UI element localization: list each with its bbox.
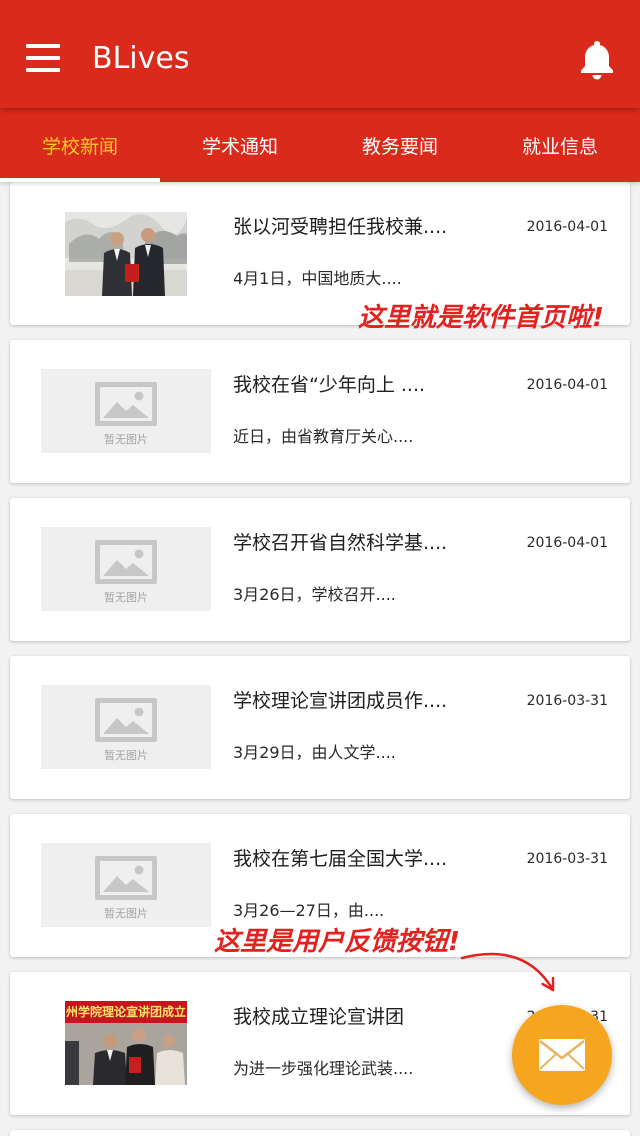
news-date: 2016-03-31 <box>526 851 608 867</box>
menu-icon[interactable] <box>22 38 64 78</box>
active-tab-indicator <box>0 178 160 182</box>
news-title: 张以河受聘担任我校兼.... <box>233 216 448 238</box>
news-summary: 近日，由省教育厅关心.... <box>233 427 414 446</box>
news-summary: 3月26—27日，由.... <box>233 901 385 920</box>
news-summary: 为进一步强化理论武装.... <box>233 1059 414 1078</box>
app-title: BLives <box>92 41 190 76</box>
news-photo <box>65 212 187 296</box>
annotation-arrow <box>460 952 555 992</box>
placeholder-label: 暂无图片 <box>104 749 148 762</box>
image-icon <box>95 540 157 584</box>
image-placeholder: 暂无图片 <box>41 527 211 611</box>
image-placeholder: 暂无图片 <box>41 369 211 453</box>
placeholder-label: 暂无图片 <box>104 907 148 920</box>
news-card[interactable]: 暂无图片 学校理论宣讲团成员作.... 2016-03-31 3月29日，由人文… <box>10 656 630 799</box>
news-date: 2016-03-31 <box>526 693 608 709</box>
menu-line <box>26 44 60 48</box>
tab-employment-info[interactable]: 就业信息 <box>480 108 640 182</box>
news-thumbnail: 州学院理论宣讲团成立 <box>41 1001 211 1085</box>
news-date: 2016-04-01 <box>526 535 608 551</box>
news-thumbnail: 暂无图片 <box>41 527 211 611</box>
category-tabs: 学校新闻 学术通知 教务要闻 就业信息 <box>0 108 640 182</box>
image-placeholder: 暂无图片 <box>41 843 211 927</box>
image-icon <box>95 698 157 742</box>
menu-line <box>26 56 60 60</box>
home-annotation: 这里就是软件首页啦! <box>358 303 604 333</box>
placeholder-label: 暂无图片 <box>104 591 148 604</box>
mail-icon <box>539 1039 585 1071</box>
tab-teaching-affairs[interactable]: 教务要闻 <box>320 108 480 182</box>
image-icon <box>95 856 157 900</box>
news-card[interactable] <box>10 1130 630 1136</box>
news-title: 学校召开省自然科学基.... <box>233 532 448 554</box>
news-summary: 4月1日，中国地质大.... <box>233 269 402 288</box>
news-card[interactable]: 暂无图片 学校召开省自然科学基.... 2016-04-01 3月26日，学校召… <box>10 498 630 641</box>
tab-academic-notices[interactable]: 学术通知 <box>160 108 320 182</box>
image-placeholder: 暂无图片 <box>41 685 211 769</box>
news-photo: 州学院理论宣讲团成立 <box>65 1001 187 1085</box>
placeholder-label: 暂无图片 <box>104 433 148 446</box>
news-title: 我校在省“少年向上 .... <box>233 374 426 396</box>
news-thumbnail: 暂无图片 <box>41 843 211 927</box>
news-thumbnail: 暂无图片 <box>41 369 211 453</box>
news-title: 学校理论宣讲团成员作.... <box>233 690 448 712</box>
news-thumbnail <box>41 211 211 296</box>
feedback-annotation: 这里是用户反馈按钮! <box>214 927 460 957</box>
photo-award-ceremony <box>65 212 187 296</box>
news-date: 2016-04-01 <box>526 219 608 235</box>
tab-school-news[interactable]: 学校新闻 <box>0 108 160 182</box>
news-date: 2016-04-01 <box>526 377 608 393</box>
menu-line <box>26 68 60 72</box>
news-summary: 3月29日，由人文学.... <box>233 743 396 762</box>
news-title: 我校成立理论宣讲团 <box>233 1006 405 1028</box>
bell-icon-graphic <box>581 41 613 80</box>
news-thumbnail: 暂无图片 <box>41 685 211 769</box>
bell-icon[interactable] <box>578 38 616 80</box>
news-title: 我校在第七届全国大学.... <box>233 848 448 870</box>
news-card[interactable]: 暂无图片 我校在省“少年向上 .... 2016-04-01 近日，由省教育厅关… <box>10 340 630 483</box>
app-bar: BLives <box>0 0 640 108</box>
feedback-button[interactable] <box>512 1005 612 1105</box>
news-summary: 3月26日，学校召开.... <box>233 585 396 604</box>
photo-banner-text: 州学院理论宣讲团成立 <box>65 1001 187 1023</box>
image-icon <box>95 382 157 426</box>
